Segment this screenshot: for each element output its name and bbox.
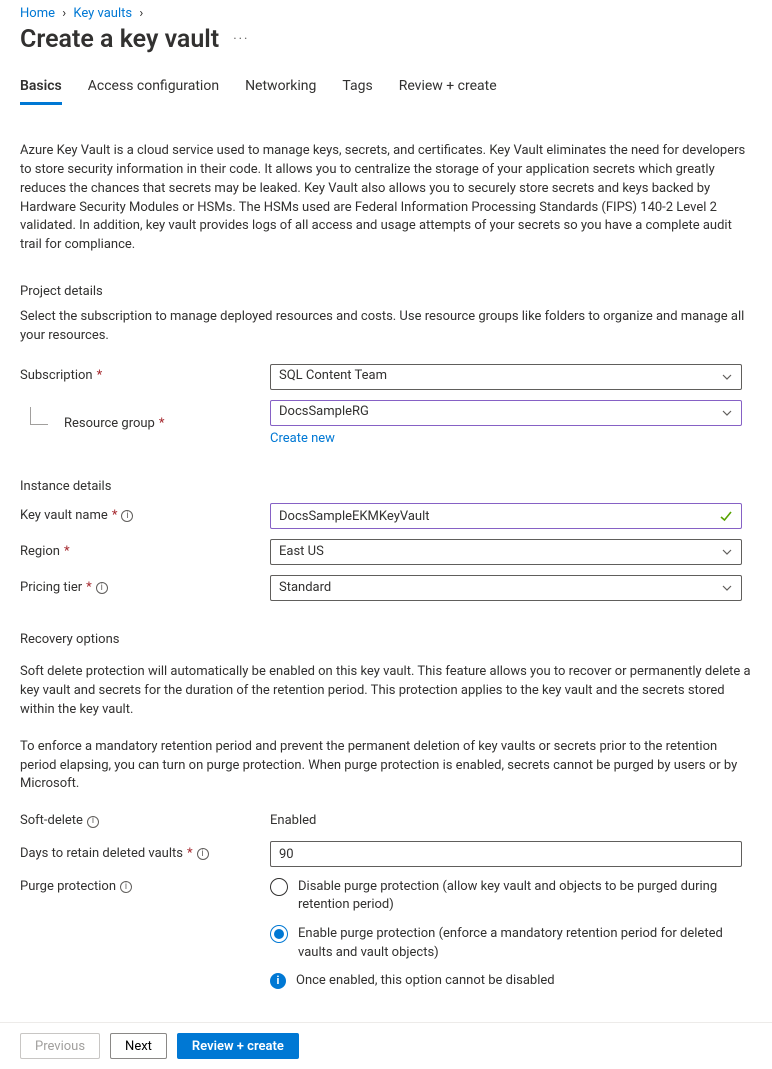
retention-days-input[interactable]: [270, 841, 742, 867]
info-icon[interactable]: i: [120, 881, 132, 893]
recovery-p1: Soft delete protection will automaticall…: [20, 663, 752, 720]
region-label: Region*: [20, 543, 270, 562]
purge-disable-radio[interactable]: [270, 878, 288, 896]
purge-protection-label: Purge protection i: [20, 877, 270, 897]
chevron-right-icon: ›: [135, 6, 147, 21]
breadcrumb: Home › Key vaults ›: [0, 0, 772, 25]
purge-enable-label: Enable purge protection (enforce a manda…: [298, 924, 742, 961]
chevron-down-icon: [721, 582, 733, 594]
keyvault-name-label: Key vault name* i: [20, 507, 270, 526]
info-icon[interactable]: i: [121, 510, 133, 522]
tab-networking[interactable]: Networking: [245, 68, 316, 105]
chevron-right-icon: ›: [58, 6, 70, 21]
resource-group-select[interactable]: DocsSampleRG: [270, 400, 742, 426]
pricing-tier-label: Pricing tier* i: [20, 579, 270, 598]
region-select[interactable]: East US: [270, 539, 742, 565]
chevron-down-icon: [721, 546, 733, 558]
tab-tags[interactable]: Tags: [342, 68, 372, 105]
tab-review-create[interactable]: Review + create: [399, 68, 497, 105]
tab-access-configuration[interactable]: Access configuration: [88, 68, 219, 105]
create-new-rg-link[interactable]: Create new: [270, 431, 335, 446]
project-details-heading: Project details: [20, 283, 752, 302]
softdelete-label: Soft-delete i: [20, 812, 270, 831]
purge-note: Once enabled, this option cannot be disa…: [296, 972, 555, 991]
review-create-button[interactable]: Review + create: [177, 1033, 299, 1059]
pricing-tier-select[interactable]: Standard: [270, 575, 742, 601]
info-icon[interactable]: i: [96, 582, 108, 594]
more-actions-icon[interactable]: ···: [233, 32, 249, 47]
softdelete-value: Enabled: [270, 812, 742, 831]
instance-details-heading: Instance details: [20, 478, 752, 497]
resource-group-label: Resource group*: [20, 415, 270, 434]
tabs: Basics Access configuration Networking T…: [0, 68, 772, 105]
recovery-options-heading: Recovery options: [20, 631, 752, 650]
subscription-select[interactable]: SQL Content Team: [270, 364, 742, 390]
keyvault-name-input[interactable]: [270, 503, 742, 529]
recovery-p2: To enforce a mandatory retention period …: [20, 738, 752, 795]
footer: Previous Next Review + create: [0, 1022, 772, 1069]
check-icon: [719, 509, 733, 523]
info-icon[interactable]: i: [87, 816, 99, 828]
page-title: Create a key vault: [20, 25, 219, 54]
intro-text: Azure Key Vault is a cloud service used …: [20, 142, 752, 255]
project-details-desc: Select the subscription to manage deploy…: [20, 308, 752, 346]
subscription-label: Subscription*: [20, 367, 270, 386]
tab-basics[interactable]: Basics: [20, 68, 62, 105]
previous-button[interactable]: Previous: [20, 1033, 100, 1059]
breadcrumb-keyvaults[interactable]: Key vaults: [73, 6, 132, 21]
breadcrumb-home[interactable]: Home: [20, 6, 55, 21]
retention-days-label: Days to retain deleted vaults* i: [20, 845, 270, 864]
chevron-down-icon: [721, 407, 733, 419]
info-solid-icon: i: [270, 973, 286, 989]
next-button[interactable]: Next: [110, 1033, 167, 1059]
info-icon[interactable]: i: [197, 848, 209, 860]
chevron-down-icon: [721, 371, 733, 383]
purge-disable-label: Disable purge protection (allow key vaul…: [298, 877, 742, 914]
purge-enable-radio[interactable]: [270, 925, 288, 943]
